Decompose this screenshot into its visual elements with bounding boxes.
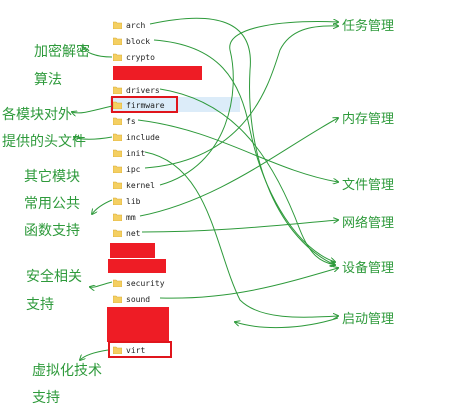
- folder-kernel[interactable]: kernel: [113, 178, 155, 192]
- label-security-1: 安全相关: [26, 269, 82, 285]
- firmware-highlight-box: [111, 96, 178, 113]
- label-lib-3: 函数支持: [24, 223, 80, 239]
- folder-label: drivers: [126, 85, 160, 95]
- label-task-mgmt: 任务管理: [342, 19, 395, 34]
- label-crypto-algo: 算法: [34, 72, 62, 88]
- folder-label: sound: [126, 294, 151, 304]
- folder-icon: [113, 149, 122, 157]
- folder-label: net: [126, 228, 141, 238]
- arrow-init-boot: [144, 151, 338, 317]
- arrow-drivers-device: [159, 88, 335, 265]
- folder-label: kernel: [126, 180, 155, 190]
- folder-ipc[interactable]: ipc: [113, 162, 140, 176]
- redacted-entry: [108, 259, 166, 273]
- arrow-virt-label: [80, 349, 109, 360]
- arrow-fs-file: [137, 119, 338, 182]
- arrow-arch-device: [149, 17, 335, 265]
- folder-label: arch: [126, 20, 146, 30]
- label-device-mgmt: 设备管理: [342, 261, 395, 276]
- arrow-boot-loop: [235, 317, 339, 329]
- folder-icon: [113, 197, 122, 205]
- label-boot-mgmt: 启动管理: [342, 312, 395, 327]
- arrow-sound-device: [159, 268, 338, 299]
- folder-security[interactable]: security: [113, 276, 165, 290]
- folder-icon: [113, 279, 122, 287]
- folder-arch[interactable]: arch: [113, 18, 145, 32]
- arrow-security-label: [90, 281, 113, 287]
- folder-net[interactable]: net: [113, 226, 140, 240]
- folder-label: include: [126, 132, 160, 142]
- folder-sound[interactable]: sound: [113, 292, 150, 306]
- kernel-source-tree-diagram: arch block crypto drivers firmware fs in…: [0, 0, 464, 406]
- label-security-2: 支持: [26, 297, 54, 313]
- label-crypto-support: 加密解密: [34, 44, 90, 60]
- folder-include[interactable]: include: [113, 130, 160, 144]
- folder-label: init: [126, 148, 146, 158]
- label-virt-2: 支持: [32, 390, 60, 406]
- folder-fs[interactable]: fs: [113, 114, 136, 128]
- folder-icon: [113, 229, 122, 237]
- folder-icon: [113, 213, 122, 221]
- folder-icon: [113, 86, 122, 94]
- folder-icon: [113, 117, 122, 125]
- label-lib-2: 常用公共: [24, 196, 80, 212]
- virt-highlight-box: [108, 341, 172, 358]
- folder-label: ipc: [126, 164, 141, 174]
- folder-icon: [113, 37, 122, 45]
- folder-label: crypto: [126, 52, 155, 62]
- label-file-mgmt: 文件管理: [342, 178, 395, 193]
- redacted-entry: [107, 307, 169, 342]
- folder-icon: [113, 21, 122, 29]
- folder-label: lib: [126, 196, 141, 206]
- arrow-net-network: [141, 220, 338, 233]
- folder-icon: [113, 133, 122, 141]
- folder-drivers[interactable]: drivers: [113, 83, 160, 97]
- folder-crypto[interactable]: crypto: [113, 50, 155, 64]
- arrow-mm-memory: [139, 118, 338, 217]
- folder-icon: [113, 53, 122, 61]
- folder-label: mm: [126, 212, 136, 222]
- label-virt-1: 虚拟化技术: [32, 363, 102, 379]
- folder-label: block: [126, 36, 151, 46]
- folder-icon: [113, 295, 122, 303]
- folder-label: security: [126, 278, 165, 288]
- arrow-lib-label: [92, 199, 113, 214]
- folder-init[interactable]: init: [113, 146, 145, 160]
- label-headers-1: 各模块对外: [2, 107, 72, 123]
- folder-lib[interactable]: lib: [113, 194, 140, 208]
- folder-icon: [113, 165, 122, 173]
- label-headers-2: 提供的头文件: [2, 134, 86, 150]
- arrow-headers-label: [72, 105, 113, 113]
- label-memory-mgmt: 内存管理: [342, 112, 395, 127]
- folder-label: fs: [126, 116, 136, 126]
- folder-block[interactable]: block: [113, 34, 150, 48]
- folder-icon: [113, 181, 122, 189]
- redacted-entry: [113, 66, 202, 80]
- folder-mm[interactable]: mm: [113, 210, 136, 224]
- redacted-entry: [110, 243, 155, 258]
- label-lib-1: 其它模块: [24, 169, 80, 185]
- label-network-mgmt: 网络管理: [342, 216, 395, 231]
